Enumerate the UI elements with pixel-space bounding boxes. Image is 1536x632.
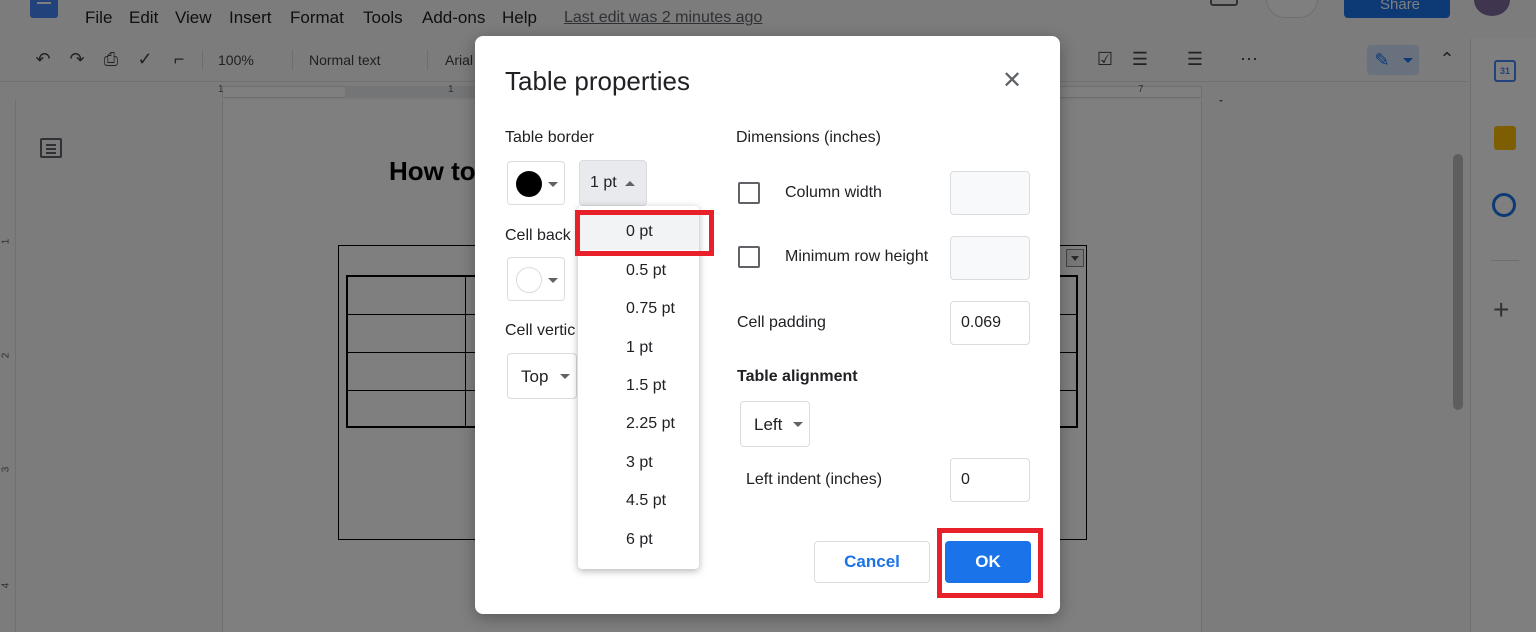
- dropdown-option-0-75pt[interactable]: 0.75 pt: [578, 291, 699, 327]
- border-width-value: 1 pt: [590, 174, 617, 191]
- chevron-down-icon: [548, 278, 558, 283]
- column-width-label: Column width: [785, 184, 882, 201]
- border-color-button[interactable]: [507, 161, 565, 205]
- dropdown-option-1-5pt[interactable]: 1.5 pt: [578, 368, 699, 404]
- cancel-button[interactable]: Cancel: [814, 541, 930, 583]
- dialog-title: Table properties: [505, 66, 690, 96]
- cell-padding-field[interactable]: 0.069: [950, 301, 1030, 345]
- cell-background-label: Cell back: [505, 227, 571, 244]
- border-width-dropdown: 0 pt 0.5 pt 0.75 pt 1 pt 1.5 pt 2.25 pt …: [578, 206, 699, 569]
- cell-vertical-label: Cell vertic: [505, 322, 576, 339]
- left-indent-field[interactable]: 0: [950, 458, 1030, 502]
- dropdown-option-1pt[interactable]: 1 pt: [578, 330, 699, 366]
- cell-background-swatch: [516, 267, 542, 293]
- table-alignment-value: Left: [754, 415, 783, 434]
- column-width-checkbox[interactable]: [738, 182, 760, 204]
- cell-background-button[interactable]: [507, 257, 565, 301]
- dropdown-option-2-25pt[interactable]: 2.25 pt: [578, 406, 699, 442]
- dropdown-option-0-5pt[interactable]: 0.5 pt: [578, 253, 699, 289]
- table-alignment-label: Table alignment: [737, 368, 858, 385]
- dropdown-option-3pt[interactable]: 3 pt: [578, 445, 699, 481]
- chevron-up-icon: [625, 181, 635, 186]
- close-icon[interactable]: ✕: [999, 68, 1025, 94]
- highlight-box-ok: [937, 528, 1043, 598]
- dimensions-label: Dimensions (inches): [736, 129, 881, 146]
- cell-vertical-select[interactable]: Top: [507, 353, 577, 399]
- border-width-select[interactable]: 1 pt: [579, 160, 647, 206]
- chevron-down-icon: [548, 182, 558, 187]
- chevron-down-icon: [793, 422, 803, 427]
- left-indent-label: Left indent (inches): [746, 471, 883, 488]
- min-row-height-field[interactable]: [950, 236, 1030, 280]
- chevron-down-icon: [560, 374, 570, 379]
- min-row-height-label: Minimum row height: [785, 248, 929, 265]
- table-border-label: Table border: [505, 129, 594, 146]
- dropdown-option-6pt[interactable]: 6 pt: [578, 522, 699, 558]
- highlight-box-0pt: [575, 210, 714, 256]
- cell-padding-label: Cell padding: [737, 314, 826, 331]
- table-alignment-select[interactable]: Left: [740, 401, 810, 447]
- cell-vertical-value: Top: [521, 367, 549, 386]
- dropdown-option-4-5pt[interactable]: 4.5 pt: [578, 483, 699, 519]
- border-color-swatch: [516, 171, 542, 197]
- column-width-field[interactable]: [950, 171, 1030, 215]
- min-row-height-checkbox[interactable]: [738, 246, 760, 268]
